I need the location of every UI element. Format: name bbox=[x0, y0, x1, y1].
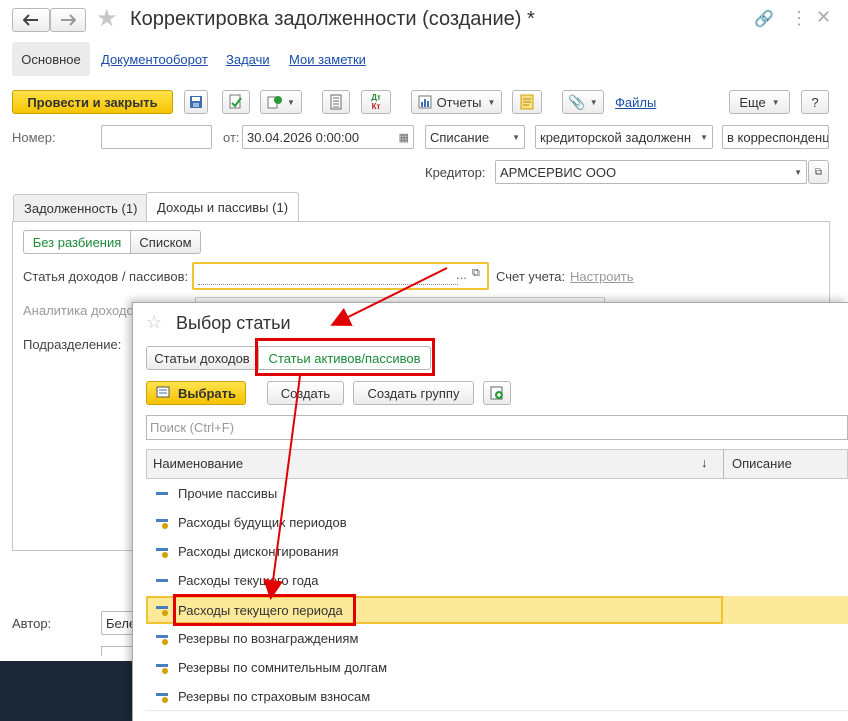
annotation-arrow-to-dialog bbox=[330, 267, 448, 326]
annotation-arrow-to-row bbox=[263, 375, 301, 600]
annotation-arrows bbox=[263, 267, 448, 600]
